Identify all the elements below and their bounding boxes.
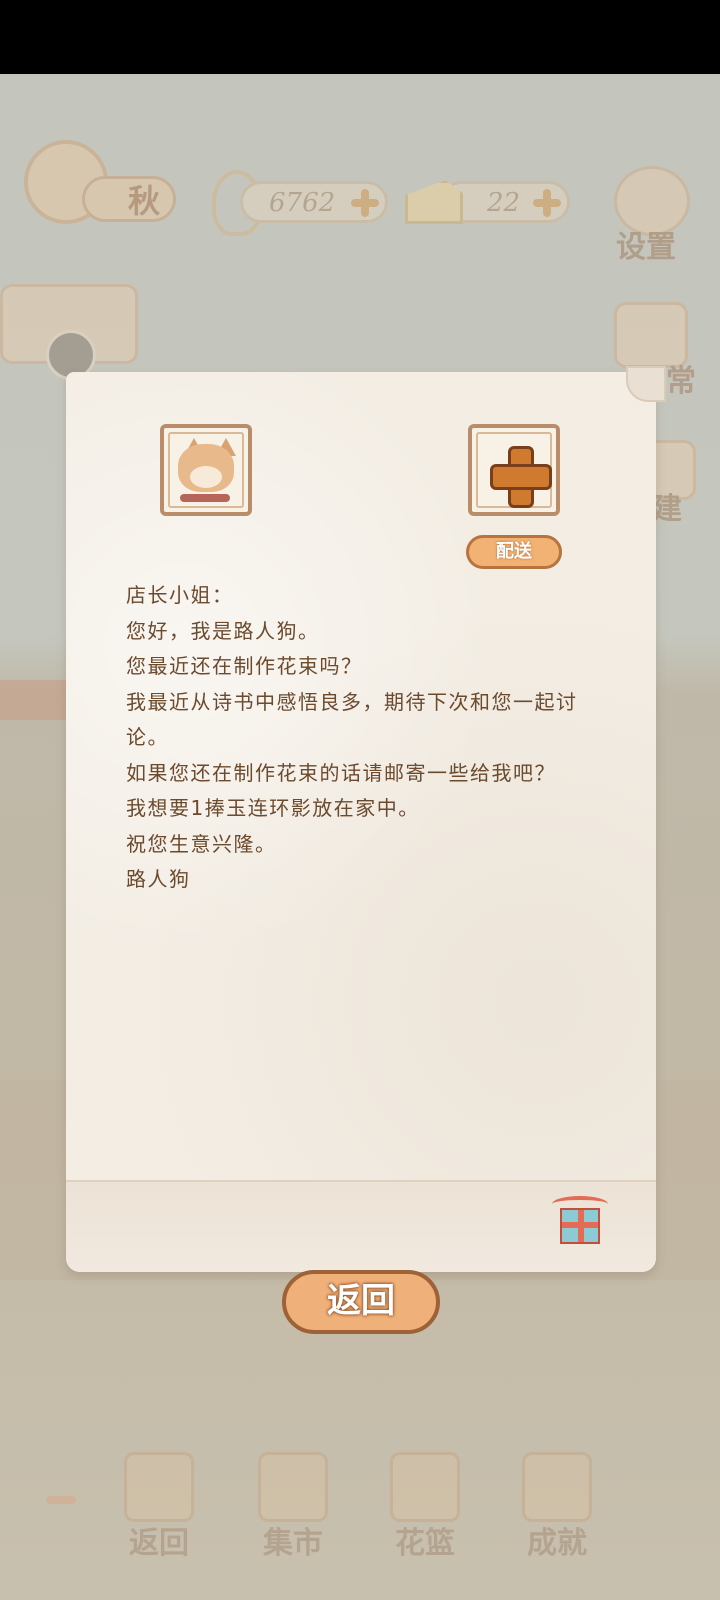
letter-body: 店长小姐： 您好，我是路人狗。 您最近还在制作花束吗？ 我最近从诗书中感悟良多，… [126, 578, 606, 898]
season-label: 秋 [128, 182, 161, 220]
sender-avatar-slot [160, 424, 252, 516]
nav-item-market[interactable]: 集市 [248, 1452, 338, 1562]
deliver-button[interactable]: 配送 [466, 535, 562, 569]
letter-line: 您好，我是路人狗。 [126, 618, 320, 643]
nav-item-achievements[interactable]: 成就 [512, 1452, 602, 1562]
letter-line: 我想要1捧玉连环影放在家中。 [126, 796, 420, 820]
cheese-count: 22 [487, 188, 521, 218]
build-label[interactable]: 建 [652, 484, 682, 528]
letter-signature: 路人狗 [126, 867, 191, 891]
fish-counter: 6762 [240, 181, 388, 223]
nav-label: 返回 [129, 1526, 189, 1561]
nav-item-return[interactable]: 返回 [114, 1452, 204, 1562]
trophy-icon [522, 1452, 592, 1522]
flower-basket-icon [390, 1452, 460, 1522]
fish-count: 6762 [269, 188, 336, 218]
add-cheese-icon[interactable] [533, 189, 561, 217]
add-item-slot[interactable] [468, 424, 560, 516]
settings-label[interactable]: 设置 [616, 222, 676, 266]
letter-line: 如果您还在制作花束的话请邮寄一些给我吧？ [126, 760, 556, 785]
status-bar [0, 0, 720, 74]
plus-icon [490, 446, 552, 508]
nav-label: 成就 [527, 1526, 587, 1561]
nav-label: 集市 [263, 1526, 323, 1561]
letter-line: 您最近还在制作花束吗？ [126, 654, 363, 678]
add-fish-icon[interactable] [351, 189, 379, 217]
letter-line: 店长小姐： [126, 583, 234, 607]
season-badge[interactable]: 秋 [24, 140, 176, 232]
letter-line: 我最近从诗书中感悟良多，期待下次和您一起讨论。 [126, 689, 578, 750]
window-icon [124, 1452, 194, 1522]
paper-corner-curl [626, 366, 666, 402]
gift-box-icon[interactable] [560, 1208, 600, 1244]
nav-label: 花篮 [395, 1526, 455, 1561]
collapse-dash-icon[interactable] [46, 1496, 76, 1504]
nav-item-flower-basket[interactable]: 花篮 [380, 1452, 470, 1562]
market-stall-icon [258, 1452, 328, 1522]
return-button[interactable]: 返回 [282, 1270, 440, 1334]
letter-line: 祝您生意兴隆。 [126, 831, 277, 856]
